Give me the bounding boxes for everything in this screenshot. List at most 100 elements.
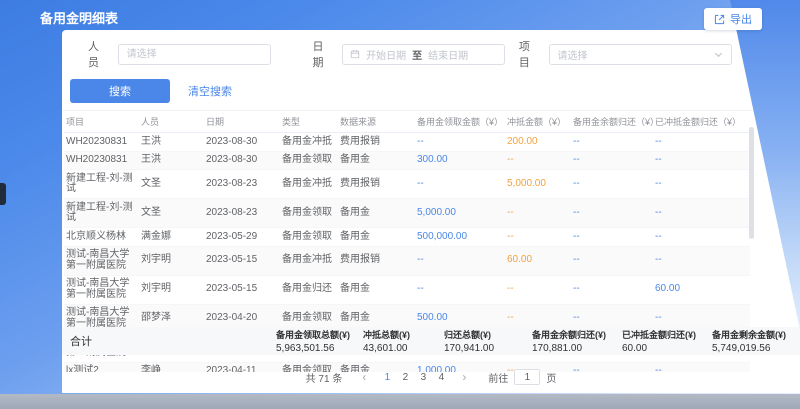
goto-page-input[interactable] xyxy=(514,369,540,385)
page-number-button[interactable]: 4 xyxy=(432,369,450,385)
cell-received-amount: -- xyxy=(417,246,507,275)
cell-type: 备用金领取 xyxy=(282,199,340,228)
date-start-placeholder: 开始日期 xyxy=(366,47,406,62)
column-header: 已冲抵金额归还（¥） xyxy=(655,111,750,133)
column-header: 备用金领取金额（¥） xyxy=(417,111,507,133)
cell-offset-return: -- xyxy=(655,133,750,152)
summary-item: 冲抵总额(¥) 43,601.00 xyxy=(363,328,444,354)
cell-received-amount: 500,000.00 xyxy=(417,228,507,247)
cell-source: 备用金 xyxy=(340,275,417,304)
date-filter-group: 日期 开始日期 至 结束日期 xyxy=(313,38,505,70)
cell-received-amount: 5,000.00 xyxy=(417,199,507,228)
cell-date: 2023-05-15 xyxy=(206,275,282,304)
column-header: 日期 xyxy=(206,111,282,133)
column-header: 人员 xyxy=(141,111,206,133)
date-separator: 至 xyxy=(412,47,422,62)
summary-item-label: 冲抵总额(¥) xyxy=(363,328,444,341)
table-header-row: 项目人员日期类型数据来源备用金领取金额（¥）冲抵金额（¥）备用金余额归还（¥）已… xyxy=(64,111,750,133)
cell-offset-amount: -- xyxy=(507,228,573,247)
column-header: 备用金余额归还（¥） xyxy=(573,111,655,133)
summary-total-label: 合计 xyxy=(62,333,276,349)
summary-row: 合计 备用金领取总额(¥) 5,963,501.56 冲抵总额(¥) 43,60… xyxy=(62,327,800,355)
summary-item-label: 备用金余额归还(¥) xyxy=(532,328,622,341)
table-row: 北京顺义杨林 满金娜 2023-05-29 备用金领取 备用金 500,000.… xyxy=(64,228,750,247)
export-button-label: 导出 xyxy=(730,11,752,27)
date-end-placeholder: 结束日期 xyxy=(428,47,468,62)
summary-item: 已冲抵金额归还(¥) 60.00 xyxy=(622,328,712,354)
cell-type: 备用金冲抵 xyxy=(282,246,340,275)
summary-item: 备用金余额归还(¥) 170,881.00 xyxy=(532,328,622,354)
goto-page-label: 前往 xyxy=(488,370,508,385)
cell-balance-return: -- xyxy=(573,151,655,170)
next-page-button[interactable]: › xyxy=(456,369,472,385)
cell-offset-return: -- xyxy=(655,170,750,199)
cell-offset-return: -- xyxy=(655,151,750,170)
summary-item-value: 170,881.00 xyxy=(532,343,622,354)
summary-item-label: 已冲抵金额归还(¥) xyxy=(622,328,712,341)
cell-person: 刘宇明 xyxy=(141,275,206,304)
cell-project: 测试-南昌大学第一附属医院 xyxy=(64,246,141,275)
project-filter-label: 项目 xyxy=(519,38,541,70)
page-number-button[interactable]: 3 xyxy=(414,369,432,385)
cell-project: 测试-南昌大学第一附属医院 xyxy=(64,275,141,304)
page-title: 备用金明细表 xyxy=(40,8,118,27)
column-header: 数据来源 xyxy=(340,111,417,133)
search-button[interactable]: 搜索 xyxy=(70,79,170,103)
person-filter-input[interactable] xyxy=(118,44,271,65)
summary-item-label: 归还总额(¥) xyxy=(444,328,532,341)
cell-project: WH20230831 xyxy=(64,133,141,152)
cell-type: 备用金冲抵 xyxy=(282,170,340,199)
cell-balance-return: -- xyxy=(573,133,655,152)
date-range-picker[interactable]: 开始日期 至 结束日期 xyxy=(342,44,505,65)
bottom-edge-strip xyxy=(0,394,800,409)
content-card: 人员 日期 开始日期 至 结束日期 项目 请选择 xyxy=(62,30,800,393)
table-row: WH20230831 王洪 2023-08-30 备用金冲抵 费用报销 -- 2… xyxy=(64,133,750,152)
cell-received-amount: -- xyxy=(417,170,507,199)
summary-item-value: 5,963,501.56 xyxy=(276,343,363,354)
cell-balance-return: -- xyxy=(573,228,655,247)
cell-offset-amount: -- xyxy=(507,151,573,170)
cell-project: 新建工程-刘-测试 xyxy=(64,199,141,228)
project-select[interactable]: 请选择 xyxy=(549,44,732,65)
cell-offset-amount: 200.00 xyxy=(507,133,573,152)
summary-item-value: 43,601.00 xyxy=(363,343,444,354)
cell-person: 王洪 xyxy=(141,151,206,170)
cell-type: 备用金归还 xyxy=(282,275,340,304)
cell-date: 2023-08-30 xyxy=(206,133,282,152)
cell-source: 备用金 xyxy=(340,228,417,247)
cell-offset-amount: 60.00 xyxy=(507,246,573,275)
cell-date: 2023-08-23 xyxy=(206,199,282,228)
cell-source: 费用报销 xyxy=(340,133,417,152)
filter-bar: 人员 日期 开始日期 至 结束日期 项目 请选择 xyxy=(62,30,800,74)
person-filter-group: 人员 xyxy=(88,38,271,70)
scrollbar-thumb[interactable] xyxy=(749,127,754,239)
project-filter-group: 项目 请选择 xyxy=(519,38,732,70)
table-row: WH20230831 王洪 2023-08-30 备用金领取 备用金 300.0… xyxy=(64,151,750,170)
cell-project: 北京顺义杨林 xyxy=(64,228,141,247)
summary-item-label: 备用金领取总额(¥) xyxy=(276,328,363,341)
cell-type: 备用金领取 xyxy=(282,151,340,170)
cell-balance-return: -- xyxy=(573,170,655,199)
cell-received-amount: -- xyxy=(417,275,507,304)
clear-search-link[interactable]: 清空搜索 xyxy=(188,83,232,99)
cell-date: 2023-05-29 xyxy=(206,228,282,247)
chevron-down-icon xyxy=(714,50,723,59)
export-button[interactable]: 导出 xyxy=(704,8,762,30)
summary-item: 备用金剩余金额(¥) 5,749,019.56 xyxy=(712,328,800,354)
page-unit-label: 页 xyxy=(546,370,556,385)
export-icon xyxy=(714,14,725,25)
date-filter-label: 日期 xyxy=(313,38,335,70)
summary-item: 归还总额(¥) 170,941.00 xyxy=(444,328,532,354)
side-drawer-handle[interactable] xyxy=(0,183,6,205)
pagination-bar: 共 71 条 ‹ 1234 › 前往 页 xyxy=(62,369,800,385)
table-row: 新建工程-刘-测试 文圣 2023-08-23 备用金冲抵 费用报销 -- 5,… xyxy=(64,170,750,199)
cell-person: 文圣 xyxy=(141,199,206,228)
page-number-button[interactable]: 2 xyxy=(396,369,414,385)
prev-page-button[interactable]: ‹ xyxy=(356,369,372,385)
cell-source: 备用金 xyxy=(340,151,417,170)
cell-balance-return: -- xyxy=(573,199,655,228)
column-header: 冲抵金额（¥） xyxy=(507,111,573,133)
person-filter-label: 人员 xyxy=(88,38,110,70)
cell-type: 备用金领取 xyxy=(282,228,340,247)
page-number-button[interactable]: 1 xyxy=(378,369,396,385)
